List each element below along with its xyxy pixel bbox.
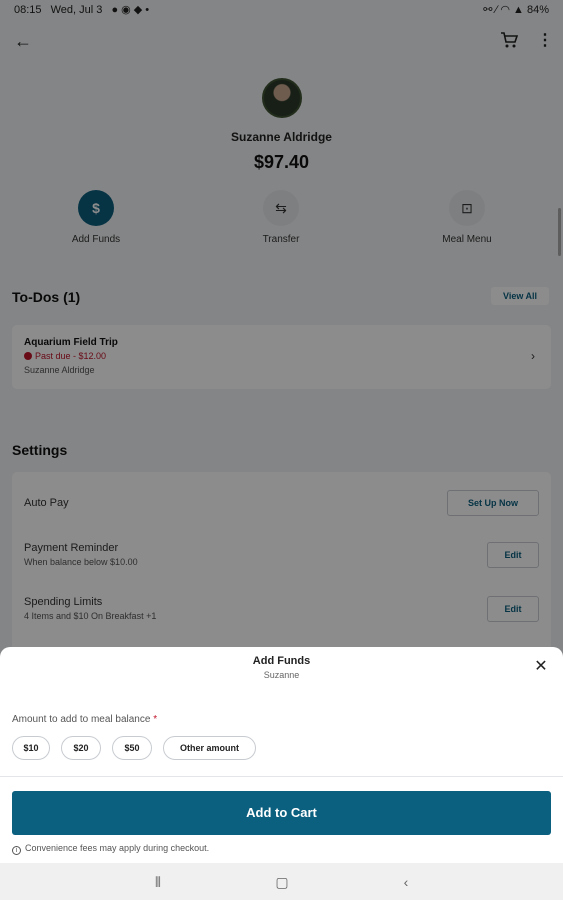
recent-apps-icon[interactable]: ⦀: [148, 872, 168, 892]
fee-note: i Convenience fees may apply during check…: [12, 843, 209, 855]
system-nav-bar: ⦀ ▢ ‹: [0, 863, 563, 900]
back-nav-icon[interactable]: ‹: [396, 872, 416, 892]
home-icon[interactable]: ▢: [272, 872, 292, 892]
required-mark: *: [153, 714, 158, 725]
add-to-cart-button[interactable]: Add to Cart: [12, 791, 551, 835]
amount-chip-10[interactable]: $10: [12, 736, 50, 760]
fee-note-text: Convenience fees may apply during checko…: [25, 843, 210, 853]
add-funds-sheet: Add Funds Suzanne ✕ Amount to add to mea…: [0, 647, 563, 863]
amount-label-text: Amount to add to meal balance: [12, 714, 151, 725]
divider: [0, 776, 563, 777]
close-icon[interactable]: ✕: [533, 659, 549, 675]
other-amount-chip[interactable]: Other amount: [163, 736, 256, 760]
info-icon: i: [12, 846, 21, 855]
amount-chip-20[interactable]: $20: [61, 736, 101, 760]
amount-chip-50[interactable]: $50: [112, 736, 152, 760]
amount-label: Amount to add to meal balance *: [12, 714, 157, 725]
sheet-title: Add Funds: [252, 655, 311, 667]
sheet-subtitle: Suzanne: [263, 670, 300, 680]
